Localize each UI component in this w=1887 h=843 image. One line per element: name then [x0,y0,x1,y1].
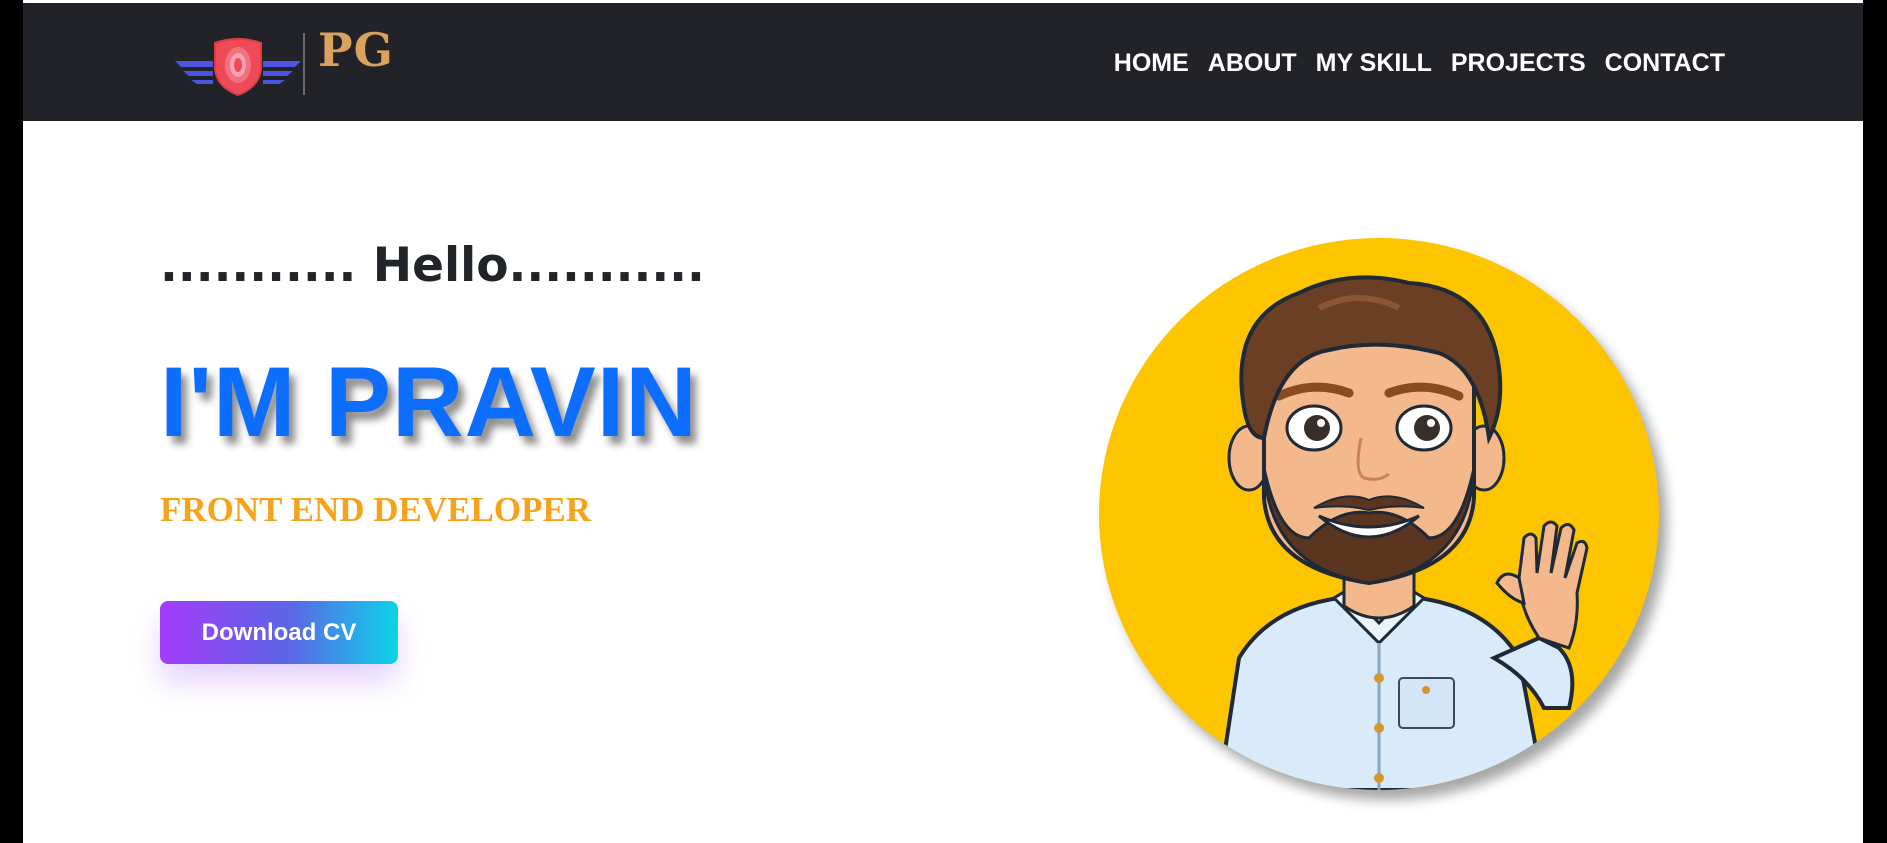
nav-contact[interactable]: CONTACT [1605,49,1725,78]
navbar: PG HOME ABOUT MY SKILL PROJECTS CONTACT [23,3,1863,121]
winged-shield-icon [175,38,301,97]
hero-role: FRONT END DEVELOPER [160,490,592,529]
download-cv-button[interactable]: Download CV [160,601,398,664]
nav-projects[interactable]: PROJECTS [1451,49,1586,78]
nav-home[interactable]: HOME [1114,49,1189,78]
hero-name: I'M PRAVIN [160,346,698,457]
hero-greeting: ........... Hello........... [160,238,705,293]
logo-divider [303,33,305,95]
logo-text: PG [318,23,394,77]
page: PG HOME ABOUT MY SKILL PROJECTS CONTACT … [23,0,1863,843]
nav-my-skill[interactable]: MY SKILL [1316,49,1432,78]
nav-about[interactable]: ABOUT [1208,49,1297,78]
brand-logo[interactable]: PG [173,23,423,99]
cartoon-avatar-icon [1216,275,1589,790]
avatar [1099,238,1659,790]
main-nav: HOME ABOUT MY SKILL PROJECTS CONTACT [1114,49,1725,78]
